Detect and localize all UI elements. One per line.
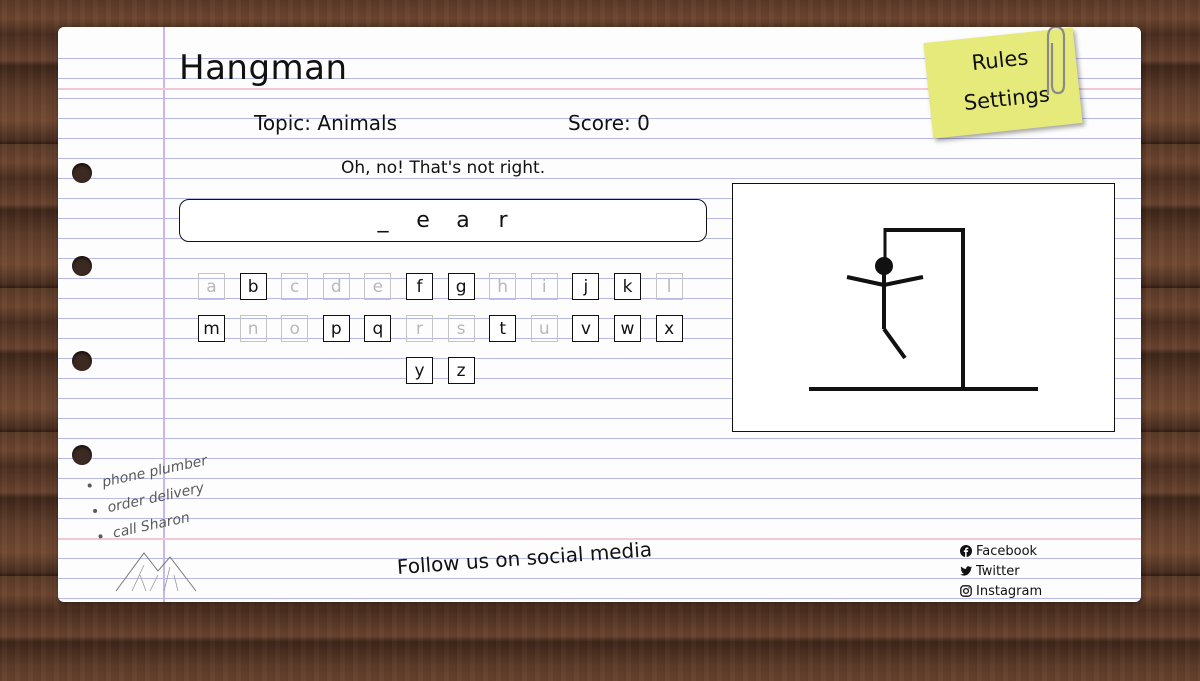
feedback-message: Oh, no! That's not right. [341, 158, 546, 178]
letter-key-i[interactable]: i [530, 273, 558, 300]
footer-rule [58, 538, 1141, 540]
score-label: Score: 0 [568, 111, 650, 135]
social-links: Facebook Twitter Instagram [960, 541, 1042, 601]
notebook-paper: Hangman Topic: Animals Score: 0 Oh, no! … [58, 27, 1141, 602]
facebook-label: Facebook [976, 543, 1038, 559]
paperclip-icon [1046, 27, 1066, 95]
letter-key-q[interactable]: q [364, 315, 392, 342]
gallows-svg [809, 228, 1038, 391]
binder-hole [72, 351, 92, 371]
hangman-drawing [732, 183, 1115, 432]
letter-key-v[interactable]: v [572, 315, 600, 342]
figure-right-leg [882, 327, 907, 360]
mountain-doodle-icon [115, 552, 197, 592]
letter-key-e[interactable]: e [364, 273, 392, 300]
topic-label: Topic: Animals [254, 111, 398, 135]
letter-key-m[interactable]: m [198, 315, 225, 342]
binder-hole [72, 256, 92, 276]
letter-key-j[interactable]: j [572, 273, 600, 300]
word-slot: e [416, 208, 430, 233]
word-slot: r [498, 208, 508, 233]
page-title: Hangman [179, 48, 348, 88]
instagram-icon [960, 585, 972, 597]
figure-right-arm [883, 275, 924, 287]
letter-key-s[interactable]: s [447, 315, 475, 342]
letter-key-l[interactable]: l [655, 273, 683, 300]
letter-key-r[interactable]: r [406, 315, 433, 342]
doodle-notes: phone plumber order delivery call Sharon [86, 448, 220, 549]
letter-key-a[interactable]: a [198, 273, 225, 300]
letter-key-f[interactable]: f [406, 273, 433, 300]
facebook-link[interactable]: Facebook [960, 541, 1042, 561]
binder-hole [72, 445, 92, 465]
follow-social-text: Follow us on social media [396, 537, 653, 579]
letter-key-d[interactable]: d [322, 273, 350, 300]
instagram-label: Instagram [976, 583, 1043, 599]
letter-key-p[interactable]: p [322, 315, 350, 342]
rules-button[interactable]: Rules [971, 45, 1030, 75]
word-display: _ e a r [179, 199, 707, 242]
word-slot: _ [377, 208, 389, 233]
letter-key-b[interactable]: b [239, 273, 267, 300]
twitter-label: Twitter [976, 563, 1020, 579]
letter-key-u[interactable]: u [530, 315, 558, 342]
word-slot: a [456, 208, 470, 233]
letter-key-z[interactable]: z [447, 357, 475, 384]
letter-key-y[interactable]: y [406, 357, 433, 384]
settings-button[interactable]: Settings [963, 82, 1051, 115]
letter-key-x[interactable]: x [655, 315, 683, 342]
letter-key-c[interactable]: c [281, 273, 309, 300]
figure-head [875, 257, 893, 275]
letter-key-g[interactable]: g [447, 273, 475, 300]
letter-key-k[interactable]: k [614, 273, 641, 300]
letter-key-w[interactable]: w [614, 315, 641, 342]
letter-key-o[interactable]: o [281, 315, 309, 342]
letter-key-n[interactable]: n [239, 315, 267, 342]
figure-left-arm [846, 275, 885, 287]
binder-hole [72, 163, 92, 183]
twitter-icon [960, 566, 972, 576]
twitter-link[interactable]: Twitter [960, 561, 1042, 581]
facebook-icon [960, 545, 972, 557]
instagram-link[interactable]: Instagram [960, 581, 1042, 601]
letter-key-h[interactable]: h [489, 273, 517, 300]
letter-key-t[interactable]: t [489, 315, 517, 342]
